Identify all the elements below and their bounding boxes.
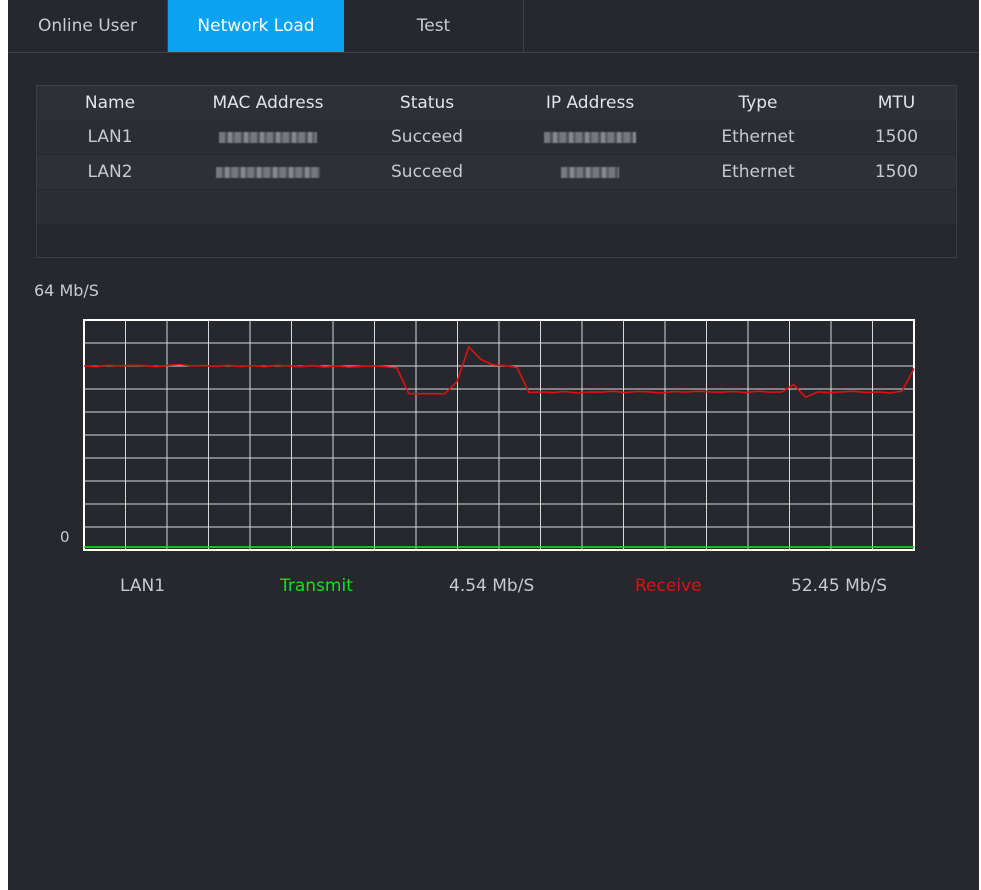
tab-online-user[interactable]: Online User [8, 0, 168, 52]
cell-mac-address-redacted [183, 120, 353, 154]
table-header-row: Name MAC Address Status IP Address Type … [37, 86, 956, 121]
cell-mtu: 1500 [874, 127, 919, 147]
chart-grid [83, 319, 915, 551]
cell-name: LAN2 [87, 162, 133, 182]
cell-mtu: 1500 [874, 162, 919, 182]
cell-ip-address-redacted [501, 120, 679, 154]
cell-type: Ethernet [721, 162, 795, 182]
tab-bar: Online User Network Load Test [8, 0, 979, 53]
table-row[interactable]: LAN2 Succeed Ethernet 1500 [37, 155, 956, 189]
column-header-mac-address: MAC Address [212, 93, 324, 113]
cell-name: LAN1 [87, 127, 133, 147]
chart-y-max-label: 64 Mb/S [34, 281, 99, 300]
legend-transmit-label: Transmit [280, 576, 353, 596]
tab-network-load[interactable]: Network Load [168, 0, 344, 52]
cell-ip-address-redacted [501, 155, 679, 189]
column-header-status: Status [399, 93, 455, 113]
tab-test[interactable]: Test [344, 0, 524, 52]
table-row-empty [37, 224, 956, 257]
table-row[interactable]: LAN1 Succeed Ethernet 1500 [37, 120, 956, 154]
cell-mac-address-redacted [183, 155, 353, 189]
chart-y-min-label: 0 [60, 528, 70, 546]
network-interface-table: Name MAC Address Status IP Address Type … [36, 85, 957, 258]
column-header-name: Name [84, 93, 136, 113]
network-load-chart [83, 319, 915, 551]
column-header-type: Type [738, 93, 778, 113]
legend-transmit-value: 4.54 Mb/S [449, 576, 535, 596]
legend-receive-label: Receive [635, 576, 702, 596]
legend-receive-value: 52.45 Mb/S [791, 576, 888, 596]
cell-status: Succeed [391, 162, 463, 182]
column-header-mtu: MTU [877, 93, 916, 113]
cell-type: Ethernet [721, 127, 795, 147]
legend-interface: LAN1 [120, 576, 166, 596]
cell-status: Succeed [391, 127, 463, 147]
network-load-panel: Online User Network Load Test Name MAC A… [8, 0, 979, 890]
column-header-ip-address: IP Address [545, 93, 635, 113]
table-row-empty [37, 190, 956, 224]
